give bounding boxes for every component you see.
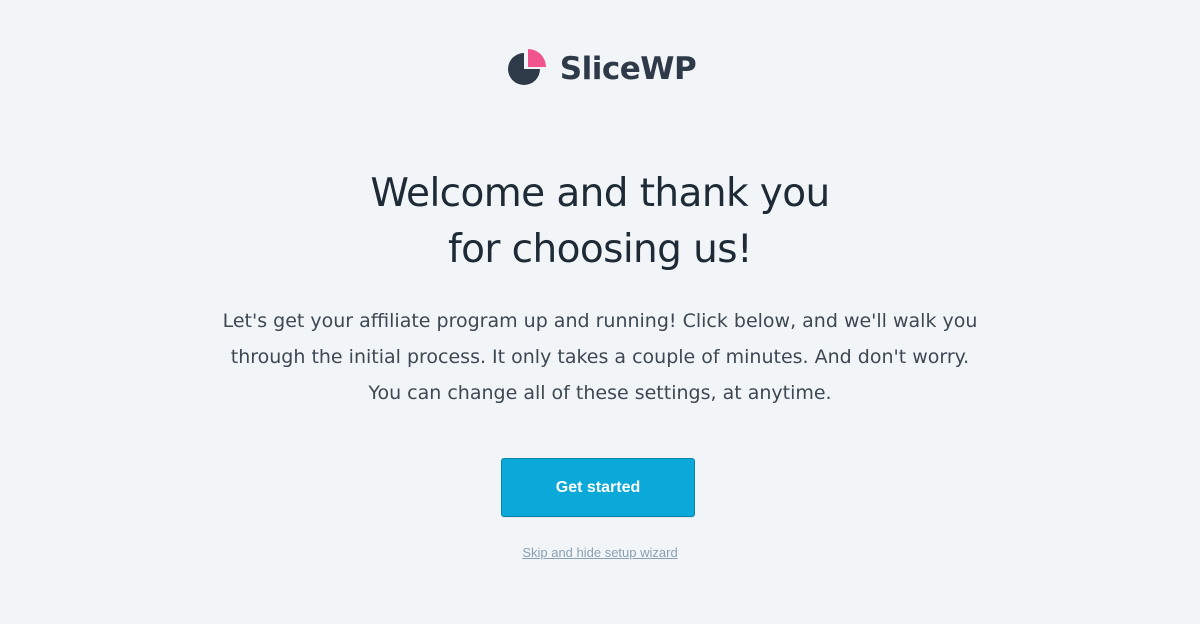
skip-wizard-container: Skip and hide setup wizard: [0, 544, 1200, 562]
skip-setup-wizard-link[interactable]: Skip and hide setup wizard: [522, 545, 677, 560]
welcome-intro-line-2: through the initial process. It only tak…: [230, 346, 970, 368]
slicewp-pie-icon: [507, 49, 546, 85]
setup-wizard-page: SliceWP Welcome and thank you for choosi…: [0, 0, 1200, 624]
welcome-title-line-2: for choosing us!: [448, 227, 753, 272]
get-started-button[interactable]: Get started: [501, 458, 695, 517]
welcome-intro-line-3: You can change all of these settings, at…: [368, 382, 832, 404]
brand-logo: SliceWP: [0, 47, 1200, 91]
welcome-title-line-1: Welcome and thank you: [370, 171, 830, 216]
brand-name: SliceWP: [559, 51, 697, 87]
welcome-intro: Let's get your affiliate program up and …: [200, 303, 1000, 411]
brand-logo-inner: SliceWP: [504, 47, 697, 91]
welcome-intro-line-1: Let's get your affiliate program up and …: [222, 310, 978, 332]
welcome-title: Welcome and thank you for choosing us!: [0, 166, 1200, 278]
